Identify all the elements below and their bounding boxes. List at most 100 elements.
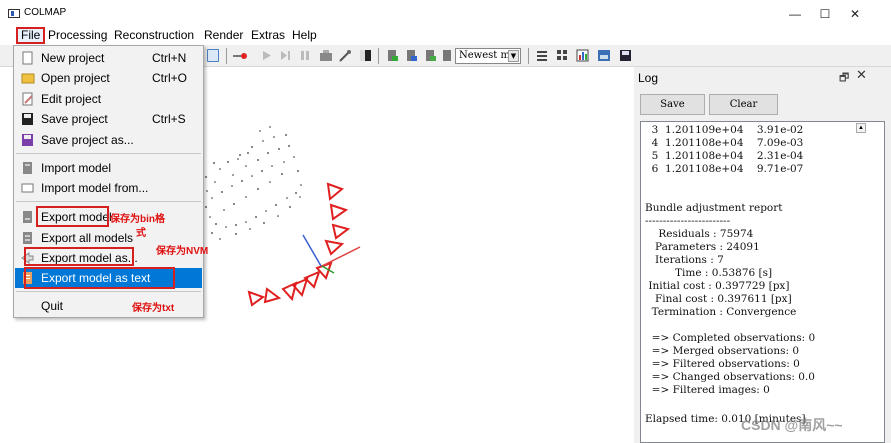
list-icon[interactable]	[536, 49, 548, 62]
menu-item-import-model[interactable]: Import model	[15, 158, 202, 178]
menu-item-save-project-as[interactable]: Save project as...	[15, 130, 202, 150]
database-add-icon[interactable]	[424, 49, 436, 62]
close-icon[interactable]: ✕	[856, 67, 867, 83]
annotation-box-export-as-text	[24, 267, 175, 289]
menu-render[interactable]: Render	[204, 27, 243, 44]
reconstruction-select-value: Newest m	[459, 50, 510, 61]
chevron-down-icon[interactable]: ▼	[508, 50, 519, 62]
log-line: => Filtered images: 0	[645, 384, 770, 396]
step-icon[interactable]	[280, 49, 292, 62]
close-button[interactable]: ✕	[840, 4, 870, 24]
menu-item-label: Import model from...	[41, 181, 149, 195]
export-icon	[21, 210, 34, 224]
window-title: COLMAP	[24, 7, 67, 18]
axis-y	[302, 234, 322, 267]
database-blue-icon[interactable]	[405, 49, 417, 62]
log-line: 6 1.201108e+04 9.71e-07	[645, 163, 804, 175]
menu-item-label: Export all models	[41, 231, 134, 245]
float-icon[interactable]: 🗗	[839, 69, 849, 88]
save-toolbar-icon[interactable]	[619, 49, 631, 62]
toolbar-separator	[226, 48, 227, 64]
menu-item-label: Edit project	[41, 92, 102, 106]
menu-item-edit-project[interactable]: Edit project	[15, 89, 202, 109]
menu-item-save-project[interactable]: Save project Ctrl+S	[15, 109, 202, 129]
menu-file[interactable]: File	[16, 27, 46, 44]
menu-help[interactable]: Help	[292, 27, 317, 44]
log-line: 3 1.201109e+04 3.91e-02	[645, 124, 804, 136]
menu-extras[interactable]: Extras	[251, 27, 285, 44]
log-line: 4 1.201108e+04 7.09e-03	[645, 137, 804, 149]
save-log-button[interactable]: Save	[640, 94, 705, 115]
maximize-button[interactable]: ☐	[810, 4, 840, 24]
database-green-icon[interactable]	[386, 49, 398, 62]
menu-processing[interactable]: Processing	[48, 27, 107, 44]
annotation-box-export-model	[36, 206, 109, 227]
play-icon[interactable]	[261, 49, 273, 62]
database-remove-icon[interactable]	[441, 49, 453, 62]
annotation-nvm: 保存为NVM	[156, 246, 209, 257]
log-line: => Merged observations: 0	[645, 345, 800, 357]
menu-item-shortcut: Ctrl+S	[152, 112, 186, 126]
menu-item-label: New project	[41, 51, 105, 65]
minimize-button[interactable]: —	[780, 4, 810, 24]
annotation-txt: 保存为txt	[132, 303, 175, 314]
menu-reconstruction[interactable]: Reconstruction	[114, 27, 194, 44]
log-output[interactable]: ▲ 3 1.201109e+04 3.91e-02 4 1.201108e+04…	[640, 121, 885, 443]
point-cloud	[205, 126, 302, 240]
save-icon	[21, 112, 34, 126]
menu-item-label: Save project as...	[41, 133, 134, 147]
window-icon[interactable]	[207, 49, 219, 62]
menu-separator	[16, 153, 201, 154]
grid-icon[interactable]	[556, 49, 568, 62]
axis-x	[321, 246, 361, 267]
log-line: ------------------------	[645, 215, 731, 227]
log-line: Termination : Convergence	[645, 306, 797, 318]
log-line: => Filtered observations: 0	[645, 358, 800, 370]
log-line: => Completed observations: 0	[645, 332, 816, 344]
log-line: 5 1.201108e+04 2.31e-04	[645, 150, 804, 162]
folder-open-icon	[21, 71, 35, 85]
image-icon[interactable]	[597, 49, 610, 62]
scroll-up-icon[interactable]: ▲	[856, 123, 866, 133]
menu-item-shortcut: Ctrl+N	[152, 51, 187, 65]
reconstruction-select[interactable]: Newest m ▼	[455, 48, 521, 64]
clear-log-button[interactable]: Clear	[709, 94, 778, 115]
log-line: Bundle adjustment report	[645, 202, 783, 214]
menu-item-import-model-from[interactable]: Import model from...	[15, 178, 202, 198]
log-line: => Changed observations: 0.0	[645, 371, 815, 383]
new-file-icon	[21, 51, 34, 65]
annotation-bin-format: 保存为bin格	[110, 214, 165, 225]
menu-bar: File Processing Reconstruction Render Ex…	[0, 26, 891, 45]
export-all-icon	[21, 231, 34, 245]
annotation-bin-format-cont: 式	[136, 228, 146, 239]
menu-item-open-project[interactable]: Open project Ctrl+O	[15, 68, 202, 88]
toolbar-separator	[528, 48, 529, 64]
contrast-icon[interactable]	[359, 49, 371, 62]
log-line: Iterations : 7	[645, 254, 724, 266]
wand-icon[interactable]	[338, 49, 351, 62]
menu-separator	[16, 201, 201, 202]
watermark: CSDN @南风~~	[741, 417, 843, 433]
log-title: Log	[638, 71, 659, 85]
save-as-icon	[21, 133, 34, 147]
menu-item-shortcut: Ctrl+O	[152, 71, 188, 85]
menu-item-label: Import model	[41, 161, 112, 175]
log-line: Time : 0.53876 [s]	[645, 267, 773, 279]
pause-icon[interactable]	[299, 49, 311, 62]
menu-separator	[16, 291, 201, 292]
import-icon	[21, 161, 34, 175]
import-from-icon	[21, 181, 34, 195]
toolbar-separator	[378, 48, 379, 64]
log-line: Residuals : 75974	[645, 228, 754, 240]
camera-icon[interactable]	[319, 49, 332, 62]
camera-poses	[247, 182, 351, 307]
menu-item-new-project[interactable]: New project Ctrl+N	[15, 48, 202, 68]
annotation-box-export-as	[24, 247, 134, 266]
bar-chart-icon[interactable]	[576, 49, 589, 62]
log-line: Parameters : 24091	[645, 241, 760, 253]
log-line: Initial cost : 0.397729 [px]	[645, 280, 790, 292]
log-line: Final cost : 0.397611 [px]	[645, 293, 792, 305]
record-icon[interactable]	[232, 49, 248, 62]
log-panel: Log 🗗 ✕ Save Clear ▲ 3 1.201109e+04 3.91…	[634, 67, 891, 443]
menu-item-label: Quit	[41, 299, 64, 313]
